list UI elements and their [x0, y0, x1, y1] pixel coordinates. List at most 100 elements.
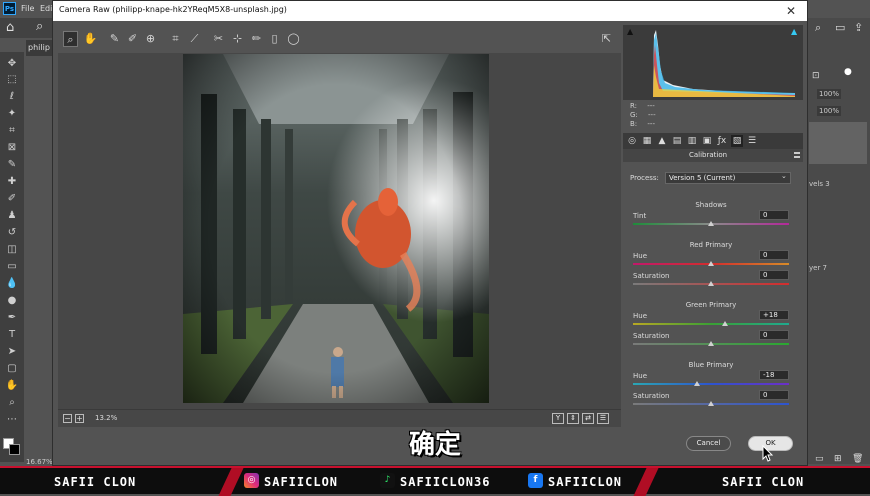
- menu-edit[interactable]: Edi: [40, 4, 52, 13]
- hand-tool-icon[interactable]: ✋: [5, 380, 19, 392]
- tab-lens-icon[interactable]: ▣: [701, 135, 713, 147]
- layer-name-layer7[interactable]: yer 7: [809, 264, 827, 272]
- shape-tool-icon[interactable]: ▢: [5, 363, 19, 375]
- highlight-clipping-icon[interactable]: ▲: [791, 27, 797, 36]
- blue-hue-slider[interactable]: [633, 383, 789, 385]
- banner-facebook-handle[interactable]: SAFIICLON: [548, 475, 622, 489]
- banner-tiktok-handle[interactable]: SAFIICLON36: [400, 475, 490, 489]
- dodge-tool-icon[interactable]: ●: [5, 295, 19, 307]
- opacity-field[interactable]: 100%: [817, 89, 842, 99]
- red-hue-value[interactable]: 0: [759, 250, 789, 260]
- history-brush-tool-icon[interactable]: ↺: [5, 227, 19, 239]
- eyedropper-tool-icon[interactable]: ✎: [5, 159, 19, 171]
- swap-before-after-button[interactable]: ⇕: [567, 413, 579, 424]
- tab-fx-icon[interactable]: ƒx: [716, 135, 728, 147]
- toggle-default-button[interactable]: ☰: [597, 413, 609, 424]
- tab-basic-icon[interactable]: ◎: [626, 135, 638, 147]
- mouse-cursor-icon: [762, 445, 774, 462]
- blue-saturation-value[interactable]: 0: [759, 390, 789, 400]
- straighten-icon[interactable]: ⟋: [187, 31, 202, 47]
- magic-wand-tool-icon[interactable]: ✦: [5, 108, 19, 120]
- type-tool-icon[interactable]: T: [5, 329, 19, 341]
- preview-photo[interactable]: [183, 54, 489, 403]
- spot-removal-icon[interactable]: ✂: [211, 31, 226, 47]
- green-saturation-thumb[interactable]: [708, 341, 714, 346]
- panel-search-icon[interactable]: ⌕: [815, 21, 821, 35]
- graduated-filter-icon[interactable]: ▯: [267, 31, 282, 47]
- healing-tool-icon[interactable]: ✚: [5, 176, 19, 188]
- blue-hue-thumb[interactable]: [694, 381, 700, 386]
- tab-detail-icon[interactable]: ▲: [656, 135, 668, 147]
- tab-calibration-icon[interactable]: ▧: [731, 135, 743, 147]
- crop-tool-icon[interactable]: ⌗: [5, 125, 19, 137]
- menu-file[interactable]: File: [21, 4, 34, 13]
- zoom-level[interactable]: 13.2%: [95, 414, 117, 422]
- target-adjust-icon[interactable]: ⊕: [143, 31, 158, 47]
- redeye-icon[interactable]: ⊹: [230, 31, 245, 47]
- share-icon[interactable]: ⇪: [854, 21, 863, 34]
- search-icon[interactable]: ⌕: [36, 19, 43, 34]
- green-hue-thumb[interactable]: [722, 321, 728, 326]
- process-select[interactable]: Version 5 (Current): [665, 172, 791, 184]
- view-toggle-button[interactable]: Y: [552, 413, 564, 424]
- blue-hue-label: Hue: [633, 372, 648, 380]
- radial-filter-icon[interactable]: ◯: [286, 31, 301, 47]
- zoom-out-button[interactable]: −: [63, 414, 72, 423]
- red-saturation-value[interactable]: 0: [759, 270, 789, 280]
- green-saturation-value[interactable]: 0: [759, 330, 789, 340]
- copy-settings-button[interactable]: ⇄: [582, 413, 594, 424]
- workspace-icon[interactable]: ▭: [835, 21, 845, 34]
- stamp-tool-icon[interactable]: ♟: [5, 210, 19, 222]
- zoom-in-button[interactable]: +: [75, 414, 84, 423]
- tab-hsl-icon[interactable]: ▤: [671, 135, 683, 147]
- brush-icon[interactable]: ✏: [249, 31, 264, 47]
- frame-tool-icon[interactable]: ⊠: [5, 142, 19, 154]
- banner-instagram-handle[interactable]: SAFIICLON: [264, 475, 338, 489]
- panel-menu-icon[interactable]: [794, 152, 800, 158]
- banner-name-left: SAFII CLON: [54, 475, 137, 489]
- blue-hue-value[interactable]: -18: [759, 370, 789, 380]
- shadow-clipping-icon[interactable]: ▲: [627, 27, 633, 36]
- preview-footer: − + 13.2% Y ⇕ ⇄ ☰: [58, 409, 621, 427]
- tab-split-toning-icon[interactable]: ▥: [686, 135, 698, 147]
- lasso-tool-icon[interactable]: ℓ: [5, 91, 19, 103]
- blue-saturation-thumb[interactable]: [708, 401, 714, 406]
- green-hue-slider[interactable]: [633, 323, 789, 325]
- path-selection-tool-icon[interactable]: ➤: [5, 346, 19, 358]
- layer-name-levels[interactable]: vels 3: [809, 180, 830, 188]
- close-button[interactable]: ✕: [778, 2, 804, 20]
- new-group-icon[interactable]: ▭: [815, 454, 824, 464]
- adjustment-icon[interactable]: ⊡: [812, 71, 820, 81]
- selected-layer-row[interactable]: [809, 122, 867, 164]
- tab-presets-icon[interactable]: ☰: [746, 135, 758, 147]
- zoom-icon[interactable]: ⌕: [63, 31, 78, 47]
- photoshop-logo-icon: Ps: [3, 2, 16, 15]
- gradient-tool-icon[interactable]: ▭: [5, 261, 19, 273]
- shadows-tint-value[interactable]: 0: [759, 210, 789, 220]
- red-saturation-thumb[interactable]: [708, 281, 714, 286]
- pen-tool-icon[interactable]: ✒: [5, 312, 19, 324]
- cancel-button[interactable]: Cancel: [686, 436, 731, 451]
- white-balance-icon[interactable]: ✎: [107, 31, 122, 47]
- green-hue-value[interactable]: +18: [759, 310, 789, 320]
- more-tools-icon[interactable]: ⋯: [5, 414, 19, 426]
- new-layer-icon[interactable]: ⊞: [834, 454, 842, 464]
- image-preview-area[interactable]: [58, 53, 621, 409]
- open-preferences-icon[interactable]: ⇱: [599, 31, 614, 47]
- hand-icon[interactable]: ✋: [83, 31, 98, 47]
- red-hue-thumb[interactable]: [708, 261, 714, 266]
- trash-icon[interactable]: 🗑: [852, 454, 863, 464]
- eraser-tool-icon[interactable]: ◫: [5, 244, 19, 256]
- brush-tool-icon[interactable]: ✐: [5, 193, 19, 205]
- color-sampler-icon[interactable]: ✐: [125, 31, 140, 47]
- tab-tone-curve-icon[interactable]: ▦: [641, 135, 653, 147]
- home-icon[interactable]: ⌂: [6, 20, 14, 35]
- fill-field[interactable]: 100%: [817, 106, 842, 116]
- blur-tool-icon[interactable]: 💧: [5, 278, 19, 290]
- background-color-swatch[interactable]: [9, 444, 20, 455]
- move-tool-icon[interactable]: ✥: [5, 58, 19, 70]
- marquee-tool-icon[interactable]: ⬚: [5, 74, 19, 86]
- shadows-tint-thumb[interactable]: [708, 221, 714, 226]
- zoom-tool-icon[interactable]: ⌕: [5, 397, 19, 409]
- crop-icon[interactable]: ⌗: [168, 31, 183, 47]
